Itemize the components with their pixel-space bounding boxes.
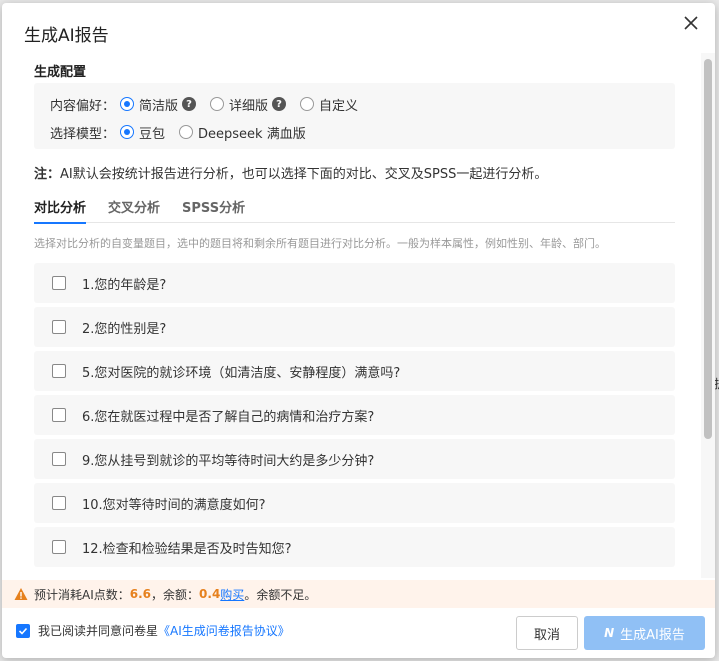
warning-icon [14, 588, 28, 600]
ai-report-dialog: 生成AI报告 生成配置 内容偏好： 简洁版 ? 详细版 ? 自定义 选择模型： … [2, 3, 715, 658]
list-item[interactable]: 10.您对等待时间的满意度如何? [34, 483, 675, 523]
list-item[interactable]: 1.您的年龄是? [34, 263, 675, 303]
tab-spss[interactable]: SPSS分析 [182, 189, 245, 223]
help-icon[interactable]: ? [182, 97, 197, 111]
note-prefix: 注： [34, 167, 61, 182]
check-icon [18, 627, 28, 635]
content-pref-label: 内容偏好： [50, 98, 116, 114]
radio-dot[interactable] [179, 125, 194, 139]
cancel-button[interactable]: 取消 [516, 616, 578, 650]
dialog-title: 生成AI报告 [24, 26, 109, 46]
agree-row: 我已阅读并同意问卷星 《AI生成问卷报告协议》 [16, 622, 290, 639]
dialog-footer: 我已阅读并同意问卷星 《AI生成问卷报告协议》 取消 N 生成AI报告 [2, 608, 715, 658]
question-list: 1.您的年龄是? 2.您的性别是? 5.您对医院的就诊环境（如清洁度、安静程度）… [34, 263, 675, 571]
checkbox[interactable] [52, 364, 66, 378]
note: 注：AI默认会按统计报告进行分析，也可以选择下面的对比、交叉及SPSS一起进行分… [34, 163, 547, 182]
hint-text: 选择对比分析的自变量题目，选中的题目将和剩余所有题目进行对比分析。一般为样本属性… [34, 237, 606, 250]
checkbox[interactable] [52, 408, 66, 422]
analysis-tabs: 对比分析 交叉分析 SPSS分析 [34, 189, 675, 224]
checkbox[interactable] [52, 452, 66, 466]
checkbox[interactable] [52, 320, 66, 334]
ai-cost: 6.6 [129, 587, 152, 601]
list-item[interactable]: 5.您对医院的就诊环境（如清洁度、安静程度）满意吗? [34, 351, 675, 391]
agreement-link[interactable]: 《AI生成问卷报告协议》 [158, 622, 290, 639]
help-icon[interactable]: ? [272, 97, 287, 111]
warning-bar: 预计消耗AI点数： 6.6 ，余额： 0.4 购买 。余额不足。 [2, 580, 715, 608]
model-row: 选择模型： 豆包 Deepseek 满血版 [50, 121, 320, 143]
radio-dot[interactable] [210, 97, 225, 111]
generate-ai-report-button[interactable]: N 生成AI报告 [584, 616, 705, 650]
list-item[interactable]: 2.您的性别是? [34, 307, 675, 347]
section-title: 生成配置 [34, 65, 87, 80]
checkbox[interactable] [52, 496, 66, 510]
close-icon[interactable] [681, 13, 701, 33]
model-label: 选择模型： [50, 126, 116, 142]
dialog-body: 生成配置 内容偏好： 简洁版 ? 详细版 ? 自定义 选择模型： 豆包 Deep… [2, 53, 715, 578]
content-pref-row: 内容偏好： 简洁版 ? 详细版 ? 自定义 [50, 93, 372, 115]
list-item[interactable]: 12.检查和检验结果是否及时告知您? [34, 527, 675, 567]
checkbox[interactable] [52, 276, 66, 290]
radio-deepseek[interactable]: Deepseek 满血版 [179, 123, 306, 142]
agree-checkbox[interactable] [16, 623, 30, 638]
radio-doubao[interactable]: 豆包 [120, 123, 165, 142]
list-item[interactable]: 6.您在就医过程中是否了解自己的病情和治疗方案? [34, 395, 675, 435]
radio-dot[interactable] [120, 97, 134, 111]
note-text: AI默认会按统计报告进行分析，也可以选择下面的对比、交叉及SPSS一起进行分析。 [60, 167, 548, 182]
config-box: 内容偏好： 简洁版 ? 详细版 ? 自定义 选择模型： 豆包 Deepseek … [34, 83, 675, 149]
radio-detailed[interactable]: 详细版 ? [210, 95, 287, 114]
radio-custom[interactable]: 自定义 [300, 95, 358, 114]
checkbox[interactable] [52, 540, 66, 554]
radio-dot[interactable] [120, 125, 134, 139]
ai-icon: N [604, 626, 615, 640]
radio-concise[interactable]: 简洁版 ? [120, 95, 197, 114]
list-item[interactable]: 9.您从挂号到就诊的平均等待时间大约是多少分钟? [34, 439, 675, 479]
ai-balance: 0.4 [199, 587, 221, 601]
buy-link[interactable]: 购买 [220, 586, 244, 603]
radio-dot[interactable] [300, 97, 315, 111]
tab-cross[interactable]: 交叉分析 [108, 189, 160, 223]
tab-compare[interactable]: 对比分析 [34, 189, 87, 224]
